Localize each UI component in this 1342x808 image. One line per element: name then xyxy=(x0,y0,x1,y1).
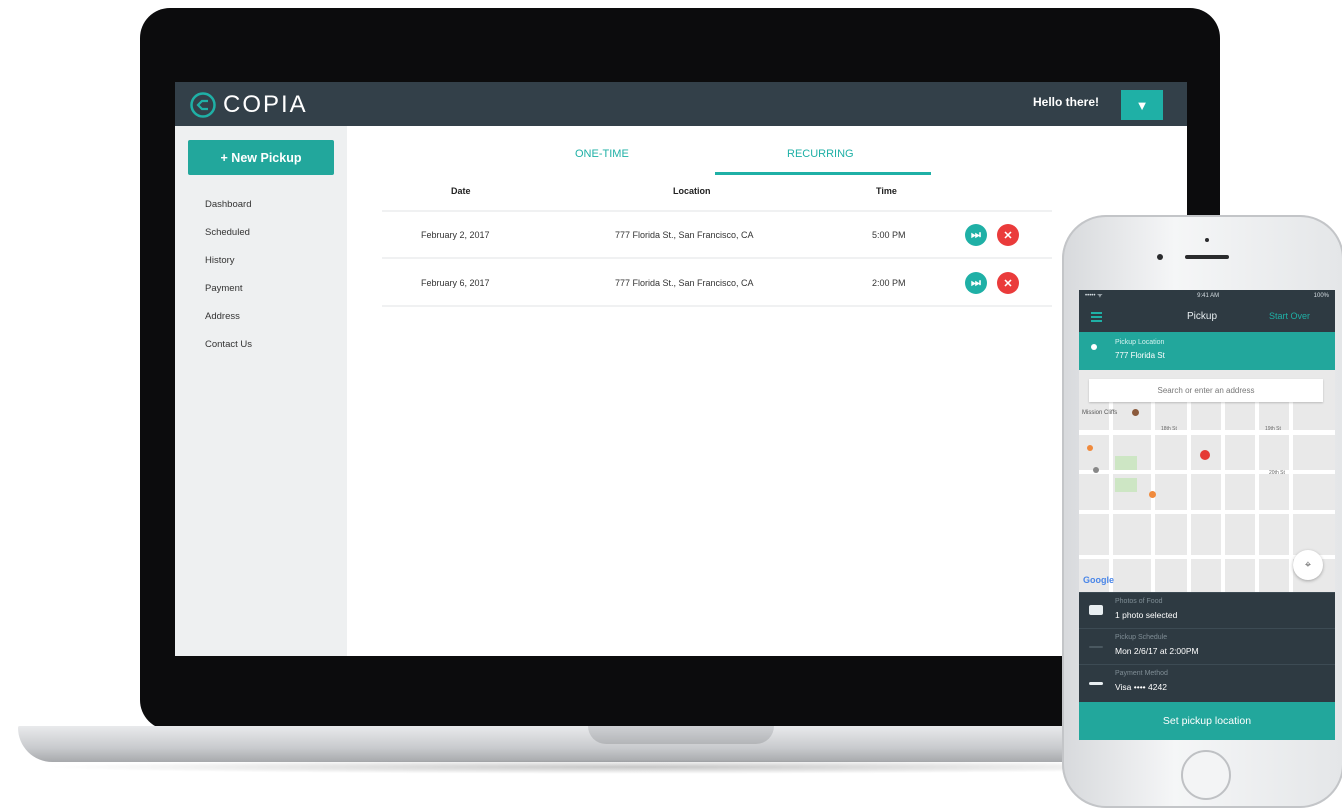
signal-indicator: ••••• ᯤ xyxy=(1085,293,1103,299)
location-pin-icon xyxy=(1091,344,1097,350)
sidebar: + New Pickup Dashboard Scheduled History… xyxy=(175,126,347,656)
place-marker-icon[interactable] xyxy=(1087,445,1093,451)
column-header-time: Time xyxy=(876,186,897,196)
earpiece-speaker xyxy=(1185,255,1229,259)
user-menu-button[interactable]: ▼ xyxy=(1121,90,1163,120)
payment-label: Payment Method xyxy=(1115,670,1168,677)
photos-value: 1 photo selected xyxy=(1115,610,1178,620)
map-label: 20th St xyxy=(1269,470,1285,476)
credit-card-icon xyxy=(1089,682,1103,685)
pickup-location-bar[interactable]: Pickup Location 777 Florida St xyxy=(1079,332,1335,370)
google-logo: Google xyxy=(1083,575,1114,585)
brand-name: COPIA xyxy=(223,91,308,118)
map-road xyxy=(1109,400,1113,592)
set-pickup-location-button[interactable]: Set pickup location xyxy=(1079,702,1335,740)
map-road xyxy=(1187,400,1191,592)
tab-one-time[interactable]: ONE-TIME xyxy=(575,148,629,160)
skip-next-button[interactable]: ⏭ xyxy=(965,224,987,246)
app-header: COPIA Hello there! ▼ xyxy=(175,82,1187,126)
skip-next-icon: ⏭ xyxy=(971,276,981,289)
map-view[interactable]: Search or enter an address Mission Cliff… xyxy=(1079,370,1335,592)
address-search-input[interactable]: Search or enter an address xyxy=(1089,379,1323,402)
menu-icon[interactable] xyxy=(1091,312,1102,322)
skip-next-icon: ⏭ xyxy=(971,228,981,241)
column-header-date: Date xyxy=(451,186,471,196)
photos-label: Photos of Food xyxy=(1115,598,1163,605)
cell-time: 2:00 PM xyxy=(872,278,906,288)
copia-logo-icon xyxy=(190,92,216,118)
desktop-app-screen: COPIA Hello there! ▼ + New Pickup Dashbo… xyxy=(175,82,1187,656)
screen-title: Pickup xyxy=(1187,311,1218,322)
sidebar-item-scheduled[interactable]: Scheduled xyxy=(205,226,252,254)
payment-value: Visa •••• 4242 xyxy=(1115,682,1167,692)
payment-row[interactable]: Payment Method Visa •••• 4242 xyxy=(1079,664,1335,701)
home-button[interactable] xyxy=(1181,750,1231,800)
table-divider xyxy=(382,210,1052,212)
cell-time: 5:00 PM xyxy=(872,230,906,240)
map-label: 18th St xyxy=(1161,426,1177,432)
cell-location: 777 Florida St., San Francisco, CA xyxy=(615,278,754,288)
place-marker-icon[interactable] xyxy=(1093,467,1099,473)
tab-recurring[interactable]: RECURRING xyxy=(787,148,854,160)
cell-location: 777 Florida St., San Francisco, CA xyxy=(615,230,754,240)
selected-location-pin-icon[interactable] xyxy=(1200,450,1210,460)
map-label: Mission Cliffs xyxy=(1082,410,1118,416)
cell-date: February 6, 2017 xyxy=(421,278,490,288)
schedule-label: Pickup Schedule xyxy=(1115,634,1168,641)
pickup-location-value: 777 Florida St xyxy=(1115,351,1165,360)
map-park xyxy=(1115,456,1137,470)
map-road xyxy=(1255,400,1259,592)
cancel-pickup-button[interactable]: ✕ xyxy=(997,272,1019,294)
laptop-shadow xyxy=(40,760,1240,774)
crosshair-icon: ⌖ xyxy=(1304,558,1312,571)
close-icon: ✕ xyxy=(1003,229,1013,242)
close-icon: ✕ xyxy=(1003,277,1013,290)
place-marker-icon[interactable] xyxy=(1132,409,1139,416)
skip-next-button[interactable]: ⏭ xyxy=(965,272,987,294)
camera-icon xyxy=(1089,605,1103,615)
sidebar-item-contact[interactable]: Contact Us xyxy=(205,338,252,366)
map-road xyxy=(1079,510,1335,514)
map-park xyxy=(1115,478,1137,492)
map-road xyxy=(1079,470,1335,474)
battery-indicator: 100% xyxy=(1313,293,1329,299)
mobile-app-screen: ••••• ᯤ 9:41 AM 100% Pickup Start Over P… xyxy=(1079,290,1335,740)
sidebar-nav: Dashboard Scheduled History Payment Addr… xyxy=(205,198,252,366)
my-location-button[interactable]: ⌖ xyxy=(1293,550,1323,580)
map-road xyxy=(1079,430,1335,435)
chevron-down-icon: ▼ xyxy=(1135,97,1149,113)
map-label: 19th St xyxy=(1265,426,1281,432)
sidebar-item-dashboard[interactable]: Dashboard xyxy=(205,198,252,226)
calendar-icon xyxy=(1089,646,1103,648)
place-marker-icon[interactable] xyxy=(1149,491,1156,498)
sidebar-item-address[interactable]: Address xyxy=(205,310,252,338)
start-over-button[interactable]: Start Over xyxy=(1269,311,1310,321)
front-camera xyxy=(1157,254,1163,260)
schedule-value: Mon 2/6/17 at 2:00PM xyxy=(1115,646,1199,656)
status-time: 9:41 AM xyxy=(1197,293,1220,299)
front-sensor xyxy=(1205,238,1209,242)
cell-date: February 2, 2017 xyxy=(421,230,490,240)
cancel-pickup-button[interactable]: ✕ xyxy=(997,224,1019,246)
greeting-text: Hello there! xyxy=(1033,95,1100,109)
active-tab-indicator xyxy=(715,172,931,175)
photos-row[interactable]: Photos of Food 1 photo selected xyxy=(1079,592,1335,629)
laptop-notch xyxy=(588,726,774,744)
new-pickup-button[interactable]: + New Pickup xyxy=(188,140,334,175)
column-header-location: Location xyxy=(673,186,711,196)
sidebar-item-payment[interactable]: Payment xyxy=(205,282,252,310)
status-bar: ••••• ᯤ 9:41 AM 100% xyxy=(1079,290,1335,302)
schedule-row[interactable]: Pickup Schedule Mon 2/6/17 at 2:00PM xyxy=(1079,628,1335,665)
brand-logo[interactable]: COPIA xyxy=(189,91,308,119)
pickup-location-label: Pickup Location xyxy=(1115,339,1165,346)
sidebar-item-history[interactable]: History xyxy=(205,254,252,282)
map-road xyxy=(1221,400,1225,592)
mobile-navbar: Pickup Start Over xyxy=(1079,302,1335,332)
table-divider xyxy=(382,305,1052,307)
table-divider xyxy=(382,257,1052,259)
